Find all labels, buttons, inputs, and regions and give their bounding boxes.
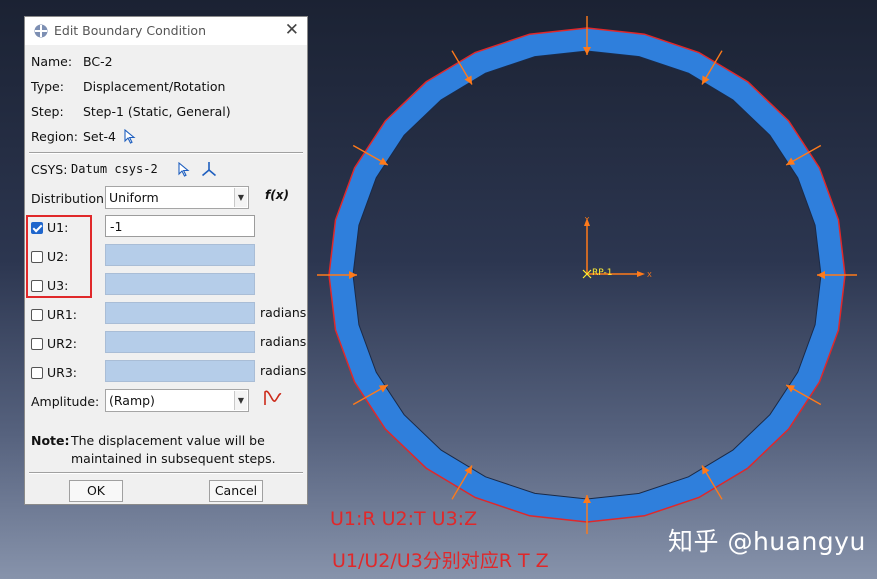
csys-value: Datum csys-2 xyxy=(71,162,158,176)
ur3-unit: radians xyxy=(260,363,307,378)
u2-label: U2: xyxy=(47,249,69,264)
type-value: Displacement/Rotation xyxy=(83,79,226,94)
amplitude-label: Amplitude: xyxy=(31,394,100,409)
distribution-label: Distribution: xyxy=(31,191,109,206)
select-csys-arrow-icon[interactable] xyxy=(178,162,190,177)
cancel-button[interactable]: Cancel xyxy=(209,480,263,502)
separator xyxy=(29,152,303,154)
annotation-line-2: U1/U2/U3分别对应R T Z xyxy=(332,550,549,572)
ur3-checkbox[interactable] xyxy=(31,367,43,379)
distribution-value: Uniform xyxy=(109,190,159,205)
u3-label: U3: xyxy=(47,278,69,293)
abaqus-app-icon xyxy=(34,24,48,38)
ur3-label: UR3: xyxy=(47,365,77,380)
dialog-title: Edit Boundary Condition xyxy=(54,23,207,38)
close-icon[interactable]: ✕ xyxy=(285,20,299,40)
reference-point-triad: Y X RP-1 xyxy=(582,216,652,279)
edit-boundary-condition-dialog: Edit Boundary Condition ✕ Name: BC-2 Typ… xyxy=(24,16,308,505)
create-analytical-field-button[interactable]: f(x) xyxy=(265,188,289,202)
ur1-input[interactable] xyxy=(105,302,255,324)
axis-x-label: X xyxy=(647,271,652,279)
create-amplitude-icon[interactable] xyxy=(263,389,283,407)
name-label: Name: xyxy=(31,54,73,69)
axis-y-label: Y xyxy=(584,216,590,224)
u2-checkbox[interactable] xyxy=(31,251,43,263)
u1-checkbox[interactable] xyxy=(31,222,43,234)
distribution-select[interactable]: Uniform ▼ xyxy=(105,186,249,209)
region-value: Set-4 xyxy=(83,129,116,144)
ur2-checkbox[interactable] xyxy=(31,338,43,350)
ur1-unit: radians xyxy=(260,305,307,320)
step-value: Step-1 (Static, General) xyxy=(83,104,231,119)
ur1-checkbox[interactable] xyxy=(31,309,43,321)
amplitude-value: (Ramp) xyxy=(109,393,155,408)
ok-button[interactable]: OK xyxy=(69,480,123,502)
rp-label: RP-1 xyxy=(592,268,612,278)
note-line-1: The displacement value will be xyxy=(71,433,265,448)
ring-part xyxy=(328,27,846,523)
annotation-line-1: U1:R U2:T U3:Z xyxy=(330,508,478,530)
u2-input[interactable] xyxy=(105,244,255,266)
watermark: 知乎 @huangyu xyxy=(668,527,866,556)
ur2-unit: radians xyxy=(260,334,307,349)
chevron-down-icon[interactable]: ▼ xyxy=(234,188,247,207)
ur2-label: UR2: xyxy=(47,336,77,351)
create-csys-icon[interactable] xyxy=(201,161,217,177)
select-region-arrow-icon[interactable] xyxy=(124,129,136,144)
amplitude-select[interactable]: (Ramp) ▼ xyxy=(105,389,249,412)
csys-label: CSYS: xyxy=(31,162,68,177)
type-label: Type: xyxy=(31,79,64,94)
separator xyxy=(29,472,303,474)
u1-input[interactable]: -1 xyxy=(105,215,255,237)
bc-arrows xyxy=(317,16,857,534)
ur3-input[interactable] xyxy=(105,360,255,382)
note-label: Note: xyxy=(31,433,70,448)
name-value: BC-2 xyxy=(83,54,113,69)
chevron-down-icon[interactable]: ▼ xyxy=(234,391,247,410)
region-label: Region: xyxy=(31,129,79,144)
u3-input[interactable] xyxy=(105,273,255,295)
u3-checkbox[interactable] xyxy=(31,280,43,292)
u1-label: U1: xyxy=(47,220,69,235)
ur2-input[interactable] xyxy=(105,331,255,353)
ring-band xyxy=(329,28,845,522)
dialog-titlebar[interactable]: Edit Boundary Condition ✕ xyxy=(25,17,307,45)
step-label: Step: xyxy=(31,104,64,119)
note-line-2: maintained in subsequent steps. xyxy=(71,451,276,466)
ring-inner-edge xyxy=(352,50,822,500)
ur1-label: UR1: xyxy=(47,307,77,322)
